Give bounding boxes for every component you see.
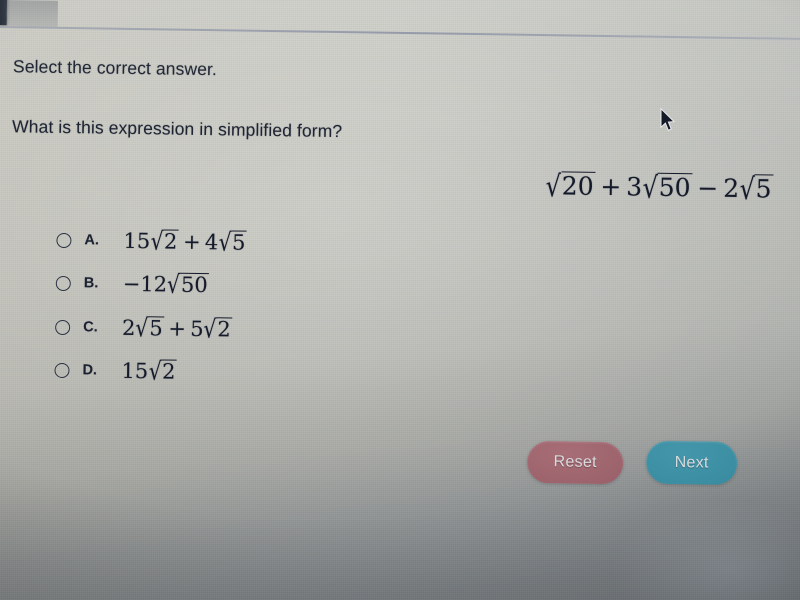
answer-a-radical-2: 5 (218, 230, 248, 256)
header-divider (0, 25, 800, 40)
answer-c-radicand-1: 5 (148, 316, 165, 341)
answer-option-b[interactable]: B. −12 50 (55, 271, 210, 298)
expression-operator-1: + (600, 171, 622, 202)
answer-letter-c: C. (83, 319, 98, 336)
expression-radical-2: 50 (642, 172, 693, 203)
screenshot-root: Select the correct answer. What is this … (0, 0, 800, 600)
answer-a-radical-1: 2 (150, 229, 180, 255)
radio-button-icon-c[interactable] (55, 319, 71, 335)
answer-c-operator: + (168, 316, 187, 341)
answer-b-radicand-1: 50 (179, 272, 210, 298)
answer-option-c[interactable]: C. 25+52 (55, 315, 233, 342)
page-content: Select the correct answer. What is this … (0, 0, 800, 600)
answer-d-radical-1: 2 (148, 359, 178, 385)
next-button[interactable]: Next (645, 440, 738, 485)
answer-d-radicand-1: 2 (161, 359, 178, 385)
radio-button-icon-d[interactable] (54, 362, 70, 378)
question-expression: 20+3 50−25 (545, 171, 774, 204)
answer-a-radicand-1: 2 (163, 229, 180, 255)
answer-letter-b: B. (83, 275, 99, 292)
answer-c-coefficient-2: 5 (190, 316, 204, 342)
answer-option-d[interactable]: D. 15 2 (54, 358, 178, 385)
answer-expression-b: −12 50 (123, 272, 210, 298)
expression-radical-1: 20 (545, 171, 596, 201)
answer-expression-a: 15 2+45 (123, 228, 248, 256)
answer-c-radicand-2: 2 (216, 317, 233, 342)
reset-button[interactable]: Reset (526, 440, 624, 485)
answer-c-radical-1: 5 (135, 316, 165, 341)
cropped-glyph-artifact (0, 0, 8, 26)
answer-b-radical-1: 50 (167, 272, 210, 298)
instruction-text: Select the correct answer. (12, 56, 218, 80)
answer-a-radicand-2: 5 (231, 230, 248, 256)
radio-button-icon-a[interactable] (56, 232, 72, 248)
expression-operator-2: − (697, 173, 719, 203)
answer-expression-c: 25+52 (121, 315, 233, 342)
expression-radicand-1: 20 (560, 171, 596, 201)
answer-expression-d: 15 2 (121, 358, 178, 385)
expression-radical-3: 5 (739, 174, 774, 204)
expression-coefficient-3: 2 (723, 173, 740, 203)
answer-letter-d: D. (82, 362, 98, 379)
answer-a-operator: + (182, 229, 201, 255)
mouse-cursor-icon (660, 108, 676, 131)
top-left-panel-fragment (0, 0, 58, 27)
answer-b-coefficient-1: −12 (122, 271, 168, 297)
answer-c-radical-2: 2 (203, 317, 233, 342)
radio-button-icon-b[interactable] (55, 275, 71, 291)
answer-a-coefficient-2: 4 (204, 230, 219, 255)
answer-option-a[interactable]: A. 15 2+45 (56, 228, 248, 256)
expression-radicand-2: 50 (657, 172, 693, 203)
expression-coefficient-2: 3 (626, 172, 643, 202)
expression-radicand-3: 5 (754, 174, 774, 204)
question-prompt: What is this expression in simplified fo… (11, 116, 343, 142)
answer-letter-a: A. (84, 232, 100, 249)
answer-c-coefficient-1: 2 (121, 315, 136, 341)
answer-a-coefficient-1: 15 (123, 228, 151, 254)
answer-d-coefficient-1: 15 (121, 358, 149, 384)
